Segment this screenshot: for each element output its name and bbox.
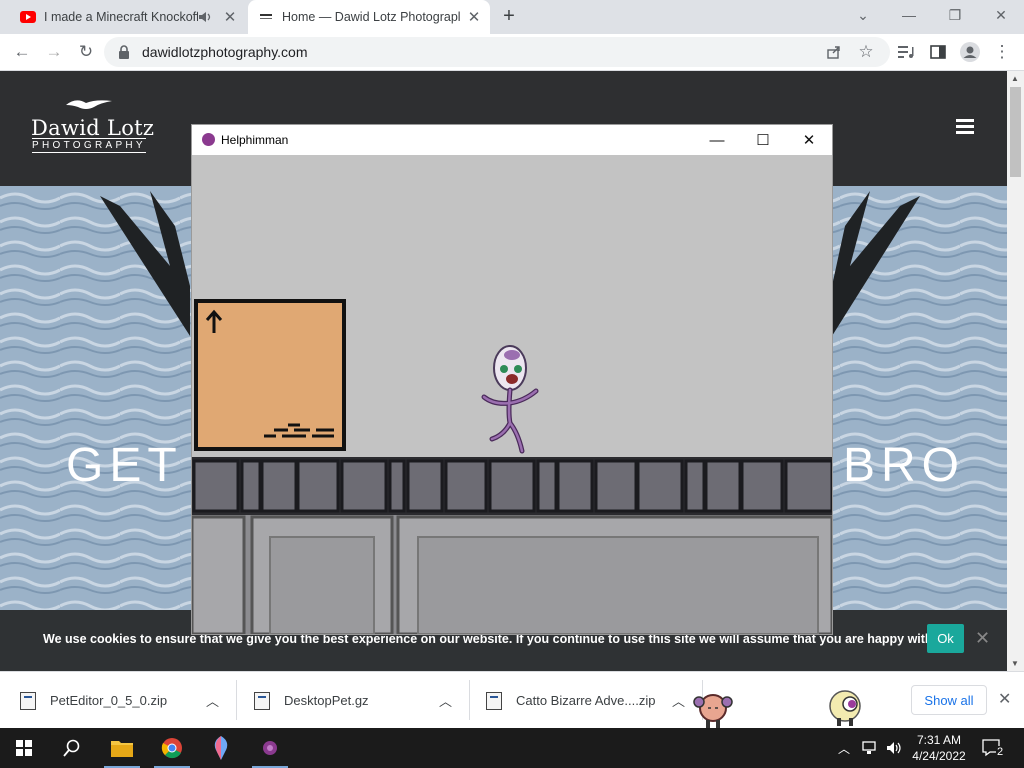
cookie-message: We use cookies to ensure that we give yo… xyxy=(43,632,948,646)
clock-date: 4/24/2022 xyxy=(912,749,966,763)
close-window-button[interactable]: ✕ xyxy=(978,0,1024,30)
stone-floor xyxy=(192,515,832,634)
youtube-icon xyxy=(20,11,36,23)
chrome-icon[interactable] xyxy=(148,728,196,768)
search-icon[interactable] xyxy=(48,728,96,768)
close-tab-icon[interactable]: ✕ xyxy=(222,8,238,26)
desktop-pet-sheep-icon[interactable] xyxy=(692,690,734,730)
media-control-icon[interactable] xyxy=(892,38,920,66)
zip-file-icon xyxy=(20,691,36,710)
notification-count: 2 xyxy=(996,746,1005,758)
game-window-titlebar[interactable]: Helphimman — ☐ ✕ xyxy=(192,125,832,155)
chevron-up-icon[interactable]: ︿ xyxy=(206,691,219,710)
system-clock[interactable]: 7:31 AM 4/24/2022 xyxy=(907,732,971,764)
site-favicon xyxy=(258,9,274,25)
chevron-up-icon[interactable]: ︿ xyxy=(672,691,685,710)
site-logo-subtitle[interactable]: PHOTOGRAPHY xyxy=(32,138,146,153)
zip-file-icon xyxy=(486,691,502,710)
windows-taskbar: ︿ 7:31 AM 4/24/2022 2 xyxy=(0,728,1024,768)
url-text[interactable]: dawidlotzphotography.com xyxy=(142,44,308,60)
scroll-down-arrow-icon[interactable]: ▼ xyxy=(1011,659,1019,668)
gz-file-icon xyxy=(254,691,270,710)
scroll-up-arrow-icon[interactable]: ▲ xyxy=(1011,74,1019,83)
download-item[interactable]: PetEditor_0_5_0.zip xyxy=(20,672,167,729)
screen: I made a Minecraft Knockoff ✕ Home — Daw… xyxy=(0,0,1024,768)
back-icon[interactable]: ← xyxy=(8,38,36,66)
hero-heading-left: GET xyxy=(66,439,183,492)
minimize-window-button[interactable]: — xyxy=(886,0,932,30)
tab-title: Home — Dawid Lotz Photograpl xyxy=(282,10,461,24)
stone-block-row xyxy=(192,457,832,515)
browser-tab-strip: I made a Minecraft Knockoff ✕ Home — Daw… xyxy=(0,0,1024,34)
restore-window-button[interactable]: ❐ xyxy=(932,0,978,30)
cardboard-crate xyxy=(194,299,346,451)
game-window-title: Helphimman xyxy=(221,133,289,147)
network-icon[interactable] xyxy=(862,728,878,768)
download-filename: DesktopPet.gz xyxy=(284,693,369,708)
game-app-icon xyxy=(202,133,215,146)
close-downloads-bar-icon[interactable]: ✕ xyxy=(998,689,1011,709)
download-item[interactable]: DesktopPet.gz xyxy=(254,672,369,729)
site-logo-name[interactable]: Dawid Lotz xyxy=(31,116,154,140)
cookie-ok-button[interactable]: Ok xyxy=(927,624,964,653)
desktop-pet-sheep-icon[interactable] xyxy=(824,688,866,728)
game-minimize-button[interactable]: — xyxy=(694,125,740,155)
menu-kebab-icon[interactable]: ⋮ xyxy=(988,38,1016,66)
download-item[interactable]: Catto Bizarre Adve....zip xyxy=(486,672,655,729)
show-hidden-icons-chevron-icon[interactable]: ︿ xyxy=(838,728,850,768)
close-tab-icon[interactable]: ✕ xyxy=(466,8,482,26)
volume-icon[interactable] xyxy=(886,728,902,768)
game-window[interactable]: Helphimman — ☐ ✕ xyxy=(192,125,832,634)
side-panel-icon[interactable] xyxy=(924,38,952,66)
downloads-bar: PetEditor_0_5_0.zip ︿ DesktopPet.gz ︿ Ca… xyxy=(0,671,1024,728)
tab-dawid-lotz[interactable]: Home — Dawid Lotz Photograpl ✕ xyxy=(248,0,490,34)
chevron-up-icon[interactable]: ︿ xyxy=(439,691,452,710)
game-stage[interactable] xyxy=(192,155,832,634)
browser-toolbar: ← → ↻ dawidlotzphotography.com ☆ ⋮ xyxy=(0,34,1024,71)
divider xyxy=(469,680,470,720)
hero-heading-right: BRO xyxy=(843,439,966,492)
tab-youtube[interactable]: I made a Minecraft Knockoff ✕ xyxy=(10,0,246,34)
show-all-downloads-button[interactable]: Show all xyxy=(911,685,987,715)
new-tab-button[interactable]: + xyxy=(498,6,520,28)
address-bar[interactable]: dawidlotzphotography.com xyxy=(104,37,890,67)
divider xyxy=(236,680,237,720)
bookmark-star-icon[interactable]: ☆ xyxy=(852,38,880,66)
bird-logo-icon xyxy=(66,100,112,109)
cookie-close-icon[interactable]: ✕ xyxy=(975,628,990,649)
page-scrollbar[interactable]: ▲ ▼ xyxy=(1007,71,1024,671)
tab-search-icon[interactable]: ⌄ xyxy=(840,0,886,30)
profile-avatar-icon[interactable] xyxy=(956,38,984,66)
forward-icon[interactable]: → xyxy=(40,38,68,66)
reload-icon[interactable]: ↻ xyxy=(72,38,100,66)
tab-title: I made a Minecraft Knockoff xyxy=(44,10,198,24)
scrollbar-thumb[interactable] xyxy=(1010,87,1021,177)
paint-3d-icon[interactable] xyxy=(197,728,245,768)
download-filename: Catto Bizarre Adve....zip xyxy=(516,693,656,708)
game-close-button[interactable]: ✕ xyxy=(786,125,832,155)
clock-time: 7:31 AM xyxy=(916,733,962,747)
helphimman-taskbar-icon[interactable] xyxy=(246,728,294,768)
notification-center-icon[interactable]: 2 xyxy=(982,728,1010,768)
lock-icon[interactable] xyxy=(118,45,130,59)
download-filename: PetEditor_0_5_0.zip xyxy=(50,693,168,708)
windows-start-icon[interactable] xyxy=(0,728,48,768)
speaker-icon[interactable] xyxy=(198,11,212,23)
file-explorer-icon[interactable] xyxy=(98,728,146,768)
hamburger-menu-icon[interactable] xyxy=(956,119,974,135)
game-maximize-button[interactable]: ☐ xyxy=(740,125,786,155)
share-icon[interactable] xyxy=(820,38,848,66)
